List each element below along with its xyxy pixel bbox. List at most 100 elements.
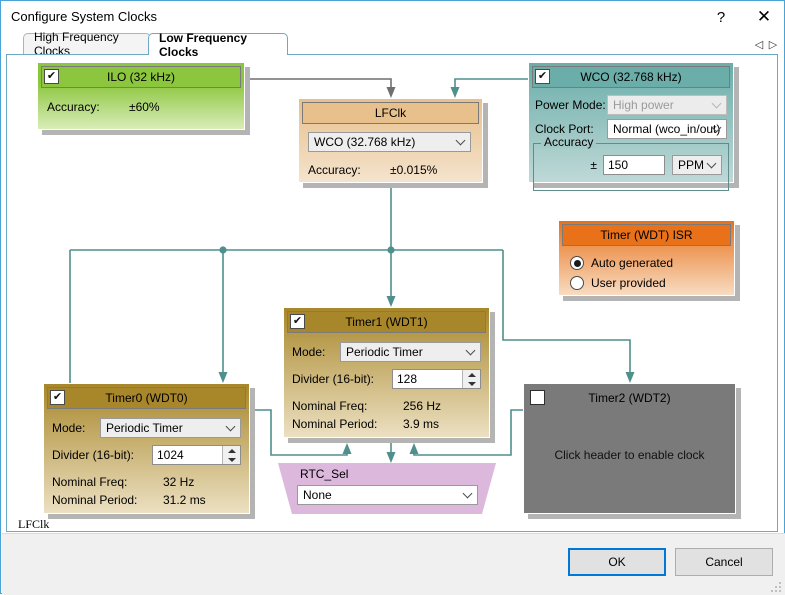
wco-clock-port-select[interactable]: Normal (wco_in/out) — [607, 119, 727, 139]
wco-accuracy-input[interactable]: 150 — [603, 155, 665, 175]
tab-scroll-right-icon[interactable]: ▷ — [767, 37, 779, 51]
isr-header[interactable]: Timer (WDT) ISR — [562, 224, 731, 246]
lfclk-accuracy-value: ±0.015% — [390, 163, 438, 177]
isr-title: Timer (WDT) ISR — [600, 228, 693, 242]
timer1-mode-label: Mode: — [292, 345, 326, 359]
timer1-divider-stepper[interactable]: 128 — [392, 369, 481, 389]
stepper-down-icon[interactable] — [463, 379, 480, 388]
isr-option-user-provided[interactable]: User provided — [570, 273, 726, 293]
wco-enable-checkbox[interactable]: ✔ — [535, 69, 550, 84]
ilo-accuracy-label: Accuracy: — [47, 100, 100, 114]
radio-unselected-icon — [570, 276, 584, 290]
wco-power-mode-select: High power — [607, 95, 727, 115]
wco-power-mode-value: High power — [613, 98, 674, 112]
lfclk-source-select[interactable]: WCO (32.768 kHz) — [308, 132, 471, 152]
tab-low-frequency-clocks[interactable]: Low Frequency Clocks — [148, 31, 288, 59]
lfclk-header[interactable]: LFClk — [302, 102, 479, 124]
stepper-up-icon[interactable] — [223, 446, 240, 455]
timer0-mode-value: Periodic Timer — [106, 421, 183, 435]
ilo-accuracy-value: ±60% — [129, 100, 160, 114]
ok-button[interactable]: OK — [568, 548, 666, 576]
tab-high-frequency-clocks[interactable]: High Frequency Clocks — [23, 30, 151, 58]
close-icon[interactable]: ✕ — [744, 3, 784, 31]
rtc-sel-value: None — [303, 488, 332, 502]
timer1-nominal-period-value: 3.9 ms — [403, 417, 440, 431]
tab-scroll-left-icon[interactable]: ◁ — [753, 37, 765, 51]
isr-option-user-provided-label: User provided — [591, 276, 666, 290]
lfclk-title: LFClk — [374, 106, 407, 120]
ilo-header[interactable]: ✔ ILO (32 kHz) — [41, 66, 241, 88]
timer0-nominal-period-value: 31.2 ms — [163, 493, 206, 507]
timer0-nominal-period-label: Nominal Period: — [52, 493, 138, 507]
lfclk-accuracy-label: Accuracy: — [308, 163, 361, 177]
wco-clock-block[interactable]: ✔ WCO (32.768 kHz) Power Mode: High powe… — [528, 62, 739, 191]
wco-title: WCO (32.768 kHz) — [580, 70, 682, 84]
window-title: Configure System Clocks — [11, 9, 157, 24]
timer2-enable-checkbox[interactable] — [530, 390, 545, 405]
rtc-sel-select[interactable]: None — [297, 485, 478, 505]
isr-option-auto-generated[interactable]: Auto generated — [570, 253, 726, 273]
stepper-up-icon[interactable] — [463, 370, 480, 379]
wco-header[interactable]: ✔ WCO (32.768 kHz) — [532, 66, 730, 88]
timer2-disabled-message: Click header to enable clock — [554, 448, 705, 462]
timer1-mode-select[interactable]: Periodic Timer — [340, 342, 481, 362]
isr-option-auto-generated-label: Auto generated — [591, 256, 674, 270]
chevron-down-icon — [713, 124, 721, 132]
timer0-enable-checkbox[interactable]: ✔ — [50, 390, 65, 405]
timer-wdt-isr-block[interactable]: Timer (WDT) ISR Auto generated User prov… — [558, 220, 740, 301]
timer1-enable-checkbox[interactable]: ✔ — [290, 314, 305, 329]
rtc-sel-block[interactable]: RTC_Sel None — [278, 463, 496, 514]
timer0-divider-stepper[interactable]: 1024 — [152, 445, 241, 465]
wco-accuracy-group-label: Accuracy — [541, 136, 597, 148]
timer1-nominal-freq-label: Nominal Freq: — [292, 399, 368, 413]
timer2-wdt2-block[interactable]: Timer2 (WDT2) Click header to enable clo… — [523, 383, 741, 519]
rtc-sel-title: RTC_Sel — [300, 467, 349, 481]
timer0-divider-label: Divider (16-bit): — [52, 448, 135, 462]
help-icon[interactable]: ? — [701, 3, 741, 31]
chevron-down-icon — [713, 100, 721, 108]
timer0-wdt0-block[interactable]: ✔ Timer0 (WDT0) Mode: Periodic Timer Div… — [43, 383, 255, 519]
timer1-header[interactable]: ✔ Timer1 (WDT1) — [287, 311, 486, 333]
chevron-down-icon — [467, 347, 475, 355]
wco-accuracy-pm: ± — [590, 158, 597, 172]
timer1-nominal-freq-value: 256 Hz — [403, 399, 442, 413]
wco-clock-port-label: Clock Port: — [535, 122, 594, 136]
stepper-arrows[interactable] — [462, 370, 480, 388]
timer1-wdt1-block[interactable]: ✔ Timer1 (WDT1) Mode: Periodic Timer Div… — [283, 307, 495, 443]
timer0-mode-label: Mode: — [52, 421, 86, 435]
configure-system-clocks-dialog: Configure System Clocks ? ✕ High Frequen… — [0, 0, 785, 595]
resize-grip-icon[interactable] — [771, 582, 781, 592]
wco-accuracy-unit-value: PPM — [678, 158, 705, 172]
ilo-clock-block[interactable]: ✔ ILO (32 kHz) Accuracy: ±60% — [37, 62, 250, 135]
timer0-divider-value: 1024 — [157, 448, 184, 462]
title-bar: Configure System Clocks ? ✕ — [1, 1, 784, 33]
wco-clock-port-value: Normal (wco_in/out) — [613, 122, 721, 136]
tab-strip: High Frequency Clocks Low Frequency Cloc… — [1, 30, 784, 59]
timer0-nominal-freq-value: 32 Hz — [163, 475, 195, 489]
timer0-title: Timer0 (WDT0) — [105, 391, 188, 405]
dialog-footer: OK Cancel — [2, 533, 785, 595]
chevron-down-icon — [708, 160, 716, 168]
lfclk-block[interactable]: LFClk WCO (32.768 kHz) Accuracy: ±0.015% — [298, 98, 488, 188]
stepper-down-icon[interactable] — [223, 455, 240, 464]
chevron-down-icon — [457, 137, 465, 145]
clock-diagram-canvas: ✔ ILO (32 kHz) Accuracy: ±60% LFClk WCO … — [6, 54, 778, 532]
radio-selected-icon — [570, 256, 584, 270]
timer1-title: Timer1 (WDT1) — [345, 315, 428, 329]
chevron-down-icon — [464, 490, 472, 498]
cancel-button[interactable]: Cancel — [675, 548, 773, 576]
stepper-arrows[interactable] — [222, 446, 240, 464]
ilo-enable-checkbox[interactable]: ✔ — [44, 69, 59, 84]
lfclk-output-label: LFClk — [18, 517, 50, 531]
timer0-mode-select[interactable]: Periodic Timer — [100, 418, 241, 438]
timer0-header[interactable]: ✔ Timer0 (WDT0) — [47, 387, 246, 409]
timer2-header[interactable]: Timer2 (WDT2) — [527, 387, 732, 409]
lfclk-source-value: WCO (32.768 kHz) — [314, 135, 416, 149]
timer0-nominal-freq-label: Nominal Freq: — [52, 475, 128, 489]
wco-accuracy-group: Accuracy ± 150 PPM — [533, 136, 729, 191]
wco-accuracy-unit-select[interactable]: PPM — [672, 155, 722, 175]
timer1-mode-value: Periodic Timer — [346, 345, 423, 359]
timer1-divider-label: Divider (16-bit): — [292, 372, 375, 386]
timer1-nominal-period-label: Nominal Period: — [292, 417, 378, 431]
wco-power-mode-label: Power Mode: — [535, 98, 606, 112]
